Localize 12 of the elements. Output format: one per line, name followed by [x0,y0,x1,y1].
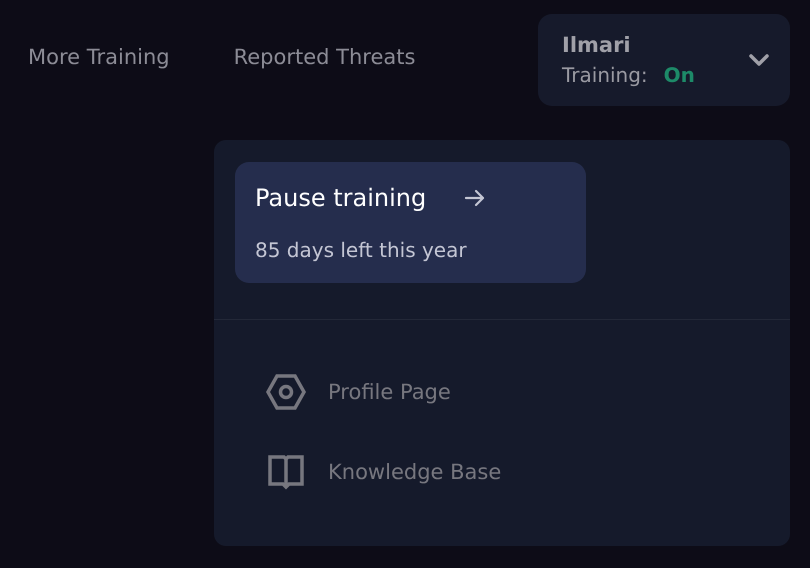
user-menu-button[interactable]: Ilmari Training: On [538,14,790,106]
training-status: On [664,63,695,87]
chevron-icon [748,53,770,67]
nav-link[interactable]: Reported Threats [234,45,416,69]
training-label: Training: [562,63,648,87]
user-name: Ilmari [562,33,632,57]
menu-item[interactable]: Profile Page [266,372,790,412]
arrow-right-icon [464,189,486,207]
nav-link[interactable]: More Training [28,45,170,69]
pause-training-button[interactable]: Pause training 85 days left this year [235,162,586,283]
hexagon-icon [266,372,306,412]
menu-item[interactable]: Knowledge Base [266,452,790,492]
